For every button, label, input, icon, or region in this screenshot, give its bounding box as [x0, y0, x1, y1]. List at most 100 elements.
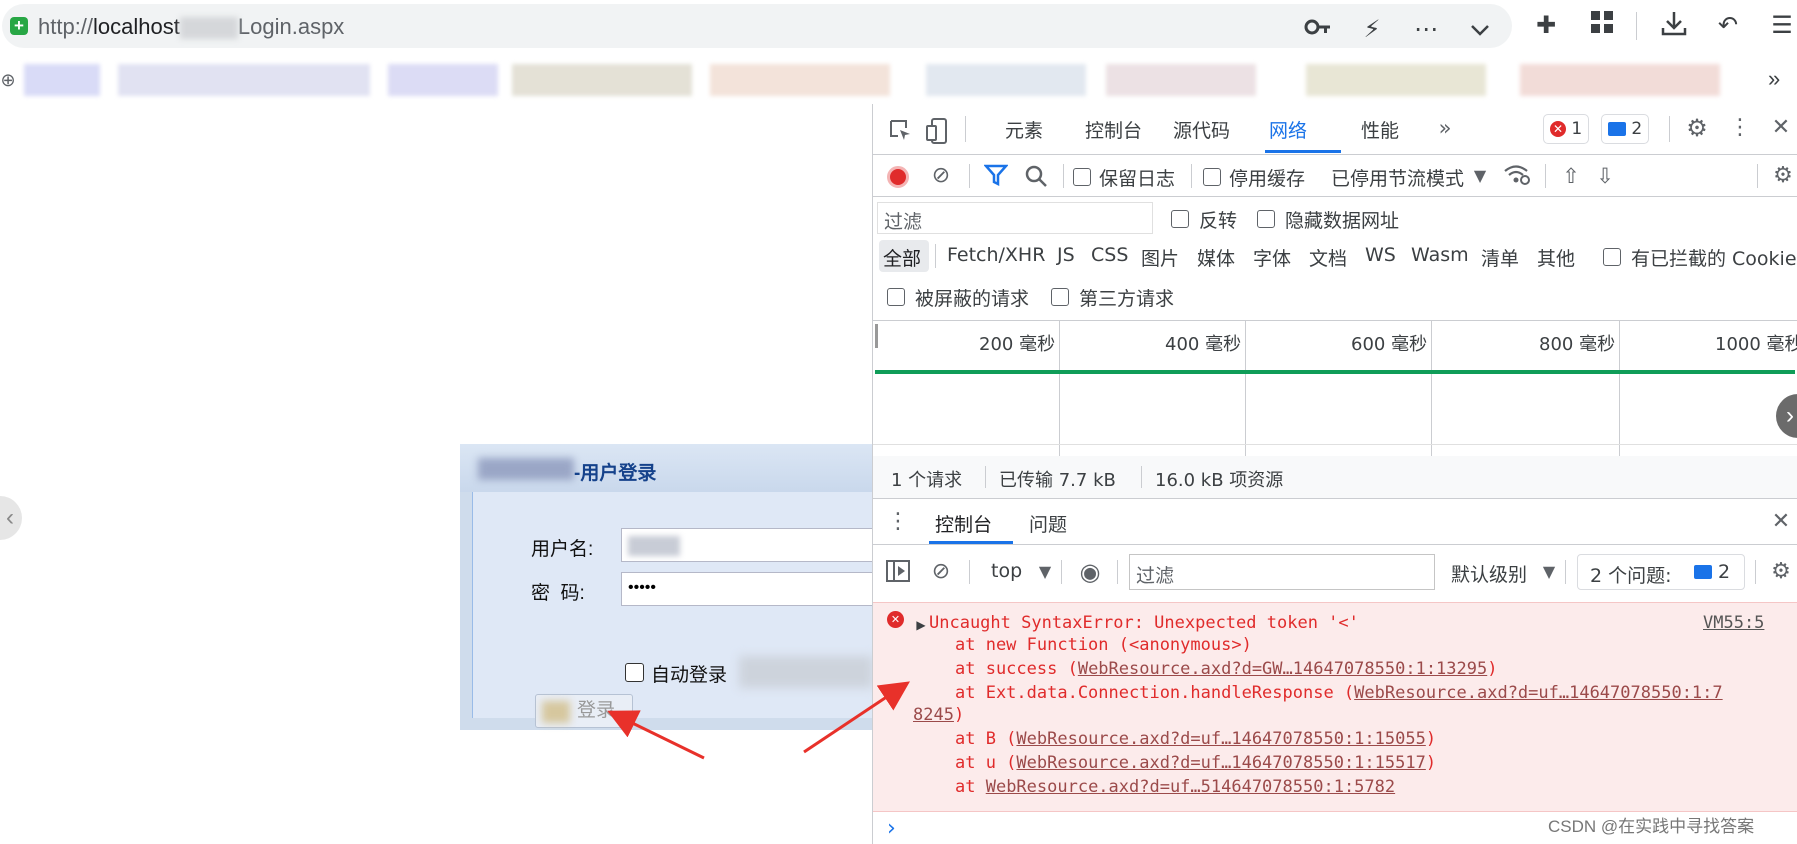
bookmark-item[interactable] [388, 64, 498, 96]
prev-arrow-icon[interactable]: ‹ [0, 496, 22, 540]
drawer-tab-issues[interactable]: 问题 [1029, 510, 1067, 537]
tab-elements[interactable]: 元素 [1005, 116, 1043, 143]
secure-icon[interactable]: + [10, 17, 28, 35]
context-dropdown-icon[interactable]: ▼ [1037, 560, 1053, 584]
bookmark-item[interactable] [1106, 64, 1256, 96]
bookmark-item[interactable] [926, 64, 1086, 96]
preserve-log-checkbox[interactable] [1073, 168, 1091, 186]
type-filter-css[interactable]: CSS [1091, 244, 1128, 266]
tab-performance[interactable]: 性能 [1361, 116, 1399, 143]
network-overview[interactable]: 200 毫秒 400 毫秒 600 毫秒 800 毫秒 1000 毫秒 [873, 320, 1797, 456]
timeline-handle[interactable] [875, 324, 878, 348]
close-devtools-icon[interactable]: ✕ [1771, 116, 1791, 140]
clear-icon[interactable]: ⊘ [929, 164, 953, 188]
dropdown-arrow-icon[interactable]: ▼ [1471, 164, 1489, 188]
undo-icon[interactable]: ↶ [1712, 10, 1744, 42]
stack-frame-link[interactable]: 8245 [913, 705, 954, 725]
type-filter-all[interactable]: 全部 [883, 244, 921, 271]
more-bookmarks-icon[interactable]: » [1768, 66, 1780, 92]
bookmark-item[interactable] [118, 64, 370, 96]
download-icon[interactable] [1658, 10, 1690, 42]
globe-icon[interactable]: ⊕ [0, 68, 16, 92]
console-prompt[interactable]: › [887, 816, 896, 841]
more-tabs-icon[interactable]: » [1435, 116, 1455, 140]
device-toolbar-icon[interactable] [925, 118, 951, 149]
stack-frame: at new Function (<anonymous>) [955, 635, 1252, 655]
type-filter-doc[interactable]: 文档 [1309, 244, 1347, 271]
error-count-badge[interactable]: ✕ 1 [1543, 114, 1590, 144]
throttling-select[interactable]: 已停用节流模式 [1331, 164, 1464, 191]
type-filter-manifest[interactable]: 清单 [1481, 244, 1519, 271]
export-har-icon[interactable]: ⇩ [1593, 164, 1617, 188]
stack-frame-link[interactable]: WebResource.axd?d=uf…14647078550:1:15055 [1016, 729, 1425, 749]
type-filter-wasm[interactable]: Wasm [1411, 244, 1469, 266]
issues-label: 2 个问题: [1590, 565, 1672, 587]
log-level-dropdown-icon[interactable]: ▼ [1541, 560, 1557, 584]
console-settings-gear-icon[interactable]: ⚙ [1769, 560, 1793, 584]
bookmark-item[interactable] [710, 64, 890, 96]
clear-console-icon[interactable]: ⊘ [929, 560, 953, 584]
search-icon[interactable] [1023, 164, 1049, 193]
drawer-tab-console[interactable]: 控制台 [935, 510, 992, 537]
type-filter-js[interactable]: JS [1057, 244, 1075, 266]
type-filter-other[interactable]: 其他 [1537, 244, 1575, 271]
lightning-icon[interactable]: ⚡ [1356, 14, 1388, 46]
drawer-menu-icon[interactable]: ⋮ [887, 510, 909, 534]
bookmark-item[interactable] [1520, 64, 1720, 96]
inspect-element-icon[interactable] [887, 118, 913, 147]
apps-grid-icon[interactable] [1586, 10, 1618, 42]
expand-triangle-icon[interactable]: ▶ [915, 613, 927, 637]
third-party-checkbox[interactable] [1051, 288, 1069, 306]
more-options-icon[interactable]: ⋮ [1729, 116, 1751, 140]
type-filter-fetch-xhr[interactable]: Fetch/XHR [947, 244, 1045, 266]
type-filter-font[interactable]: 字体 [1253, 244, 1291, 271]
disable-cache-checkbox[interactable] [1203, 168, 1221, 186]
key-icon[interactable] [1302, 14, 1334, 46]
log-level-select[interactable]: 默认级别 [1451, 560, 1527, 587]
url-text[interactable]: http://localhost Login.aspx [38, 14, 344, 40]
network-conditions-icon[interactable] [1503, 164, 1531, 191]
type-filter-ws[interactable]: WS [1365, 244, 1396, 266]
extensions-icon[interactable]: ✚ [1530, 10, 1562, 42]
error-source-link[interactable]: VM55:5 [1703, 613, 1764, 633]
login-button[interactable]: 登录 [535, 694, 633, 728]
type-filter-media[interactable]: 媒体 [1197, 244, 1235, 271]
url-box[interactable]: + http://localhost Login.aspx ⚡ ⋯ [2, 4, 1512, 48]
console-filter-input[interactable]: 过滤 [1129, 554, 1435, 590]
issues-count-badge[interactable]: 2 [1601, 114, 1650, 144]
hide-data-urls-checkbox[interactable] [1257, 210, 1275, 228]
import-har-icon[interactable]: ⇧ [1559, 164, 1583, 188]
stack-frame-link[interactable]: WebResource.axd?d=uf…14647078550:1:15517 [1016, 753, 1425, 773]
tab-sources[interactable]: 源代码 [1173, 116, 1230, 143]
menu-icon[interactable]: ☰ [1766, 10, 1797, 42]
close-drawer-icon[interactable]: ✕ [1771, 510, 1791, 534]
tab-network[interactable]: 网络 [1269, 116, 1307, 143]
record-icon[interactable] [887, 166, 909, 188]
bookmark-item[interactable] [1306, 64, 1486, 96]
console-issues-button[interactable]: 2 个问题: 2 [1577, 554, 1745, 590]
chevron-down-icon[interactable] [1464, 14, 1496, 46]
blocked-requests-checkbox[interactable] [887, 288, 905, 306]
invert-checkbox[interactable] [1171, 210, 1189, 228]
stack-frame-link[interactable]: WebResource.axd?d=uf…14647078550:1:7 [1354, 683, 1722, 703]
settings-gear-icon[interactable]: ⚙ [1683, 116, 1711, 140]
stack-frame-link[interactable]: WebResource.axd?d=uf…514647078550:1:5782 [986, 777, 1395, 797]
stack-frame-link[interactable]: WebResource.axd?d=GW…14647078550:1:13295 [1078, 659, 1487, 679]
blocked-cookies-checkbox[interactable] [1603, 248, 1621, 266]
context-select[interactable]: top [991, 560, 1022, 582]
stack-frame-text: at B ( [955, 729, 1017, 749]
network-settings-gear-icon[interactable]: ⚙ [1771, 164, 1795, 188]
network-filter-input[interactable]: 过滤 [877, 202, 1153, 234]
more-icon[interactable]: ⋯ [1410, 14, 1442, 46]
bookmark-item[interactable] [24, 64, 100, 96]
bookmark-item[interactable] [512, 64, 692, 96]
auto-login-checkbox[interactable] [625, 663, 644, 682]
filter-icon[interactable] [983, 164, 1009, 191]
type-filter-img[interactable]: 图片 [1141, 244, 1179, 271]
username-input[interactable] [621, 528, 873, 562]
divider [1545, 164, 1546, 188]
tab-console[interactable]: 控制台 [1085, 116, 1142, 143]
live-expression-eye-icon[interactable]: ◉ [1075, 560, 1105, 584]
show-sidebar-icon[interactable] [885, 560, 911, 587]
password-input[interactable]: ••••• [621, 572, 873, 606]
